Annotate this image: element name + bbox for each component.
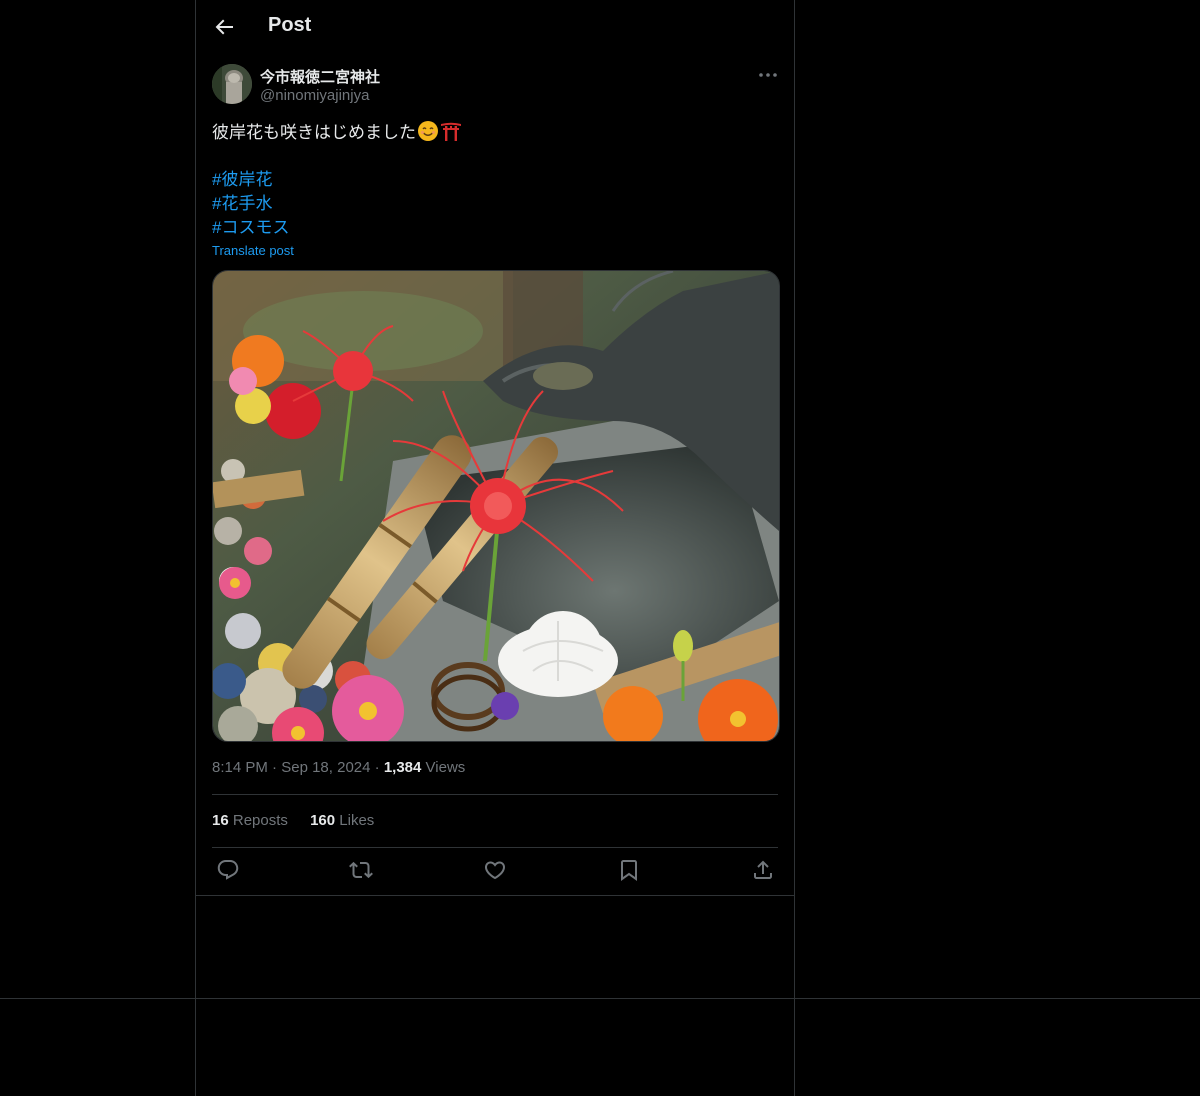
hashtag-link[interactable]: #コスモス <box>212 216 289 240</box>
translate-post-link[interactable]: Translate post <box>212 243 294 258</box>
hashtag-link[interactable]: #彼岸花 <box>212 168 272 192</box>
repost-icon[interactable] <box>349 858 373 882</box>
share-icon[interactable] <box>751 858 775 882</box>
bookmark-icon[interactable] <box>617 858 641 882</box>
arrow-left-icon[interactable] <box>212 15 236 39</box>
likes-count: 160 <box>310 812 336 829</box>
post-text-content: 彼岸花も咲きはじめました <box>212 123 416 142</box>
post-text: 彼岸花も咲きはじめました <box>212 120 462 145</box>
reply-icon[interactable] <box>216 858 240 882</box>
hashtag-link[interactable]: #花手水 <box>212 192 272 216</box>
author-name[interactable]: 今市報徳二宮神社 <box>260 66 380 87</box>
flower-basin-photo <box>213 271 779 741</box>
top-bar: Post <box>196 0 794 54</box>
views-label: Views <box>425 759 466 776</box>
divider <box>212 794 778 795</box>
post-image[interactable] <box>212 270 780 742</box>
likes-stat[interactable]: 160 Likes <box>310 812 374 829</box>
likes-label: Likes <box>339 812 375 829</box>
divider <box>212 847 778 848</box>
meta-dot: · <box>374 759 384 776</box>
divider <box>196 895 794 896</box>
shinto-shrine-icon <box>441 122 461 141</box>
main-column: Post 今市報徳二宮神社 @ninomiyajinjya 彼岸花も咲きはじめま… <box>195 0 795 1096</box>
like-icon[interactable] <box>483 858 507 882</box>
post-meta: 8:14 PM · Sep 18, 2024 · 1,384 Views <box>212 759 465 776</box>
views-count: 1,384 <box>383 759 422 776</box>
author-handle[interactable]: @ninomiyajinjya <box>260 87 369 104</box>
post-date[interactable]: Sep 18, 2024 <box>281 759 370 776</box>
meta-dot: · <box>272 759 282 776</box>
reposts-stat[interactable]: 16 Reposts <box>212 812 288 829</box>
bottom-divider <box>0 998 1200 999</box>
action-bar <box>196 858 794 884</box>
engagement-stats: 16 Reposts 160 Likes <box>212 812 392 829</box>
post-time[interactable]: 8:14 PM <box>212 759 268 776</box>
reposts-count: 16 <box>212 812 229 829</box>
page-title: Post <box>268 14 312 36</box>
smiling-face-icon <box>418 121 438 141</box>
more-icon[interactable] <box>756 63 780 87</box>
reposts-label: Reposts <box>232 812 288 829</box>
avatar[interactable] <box>212 64 252 104</box>
